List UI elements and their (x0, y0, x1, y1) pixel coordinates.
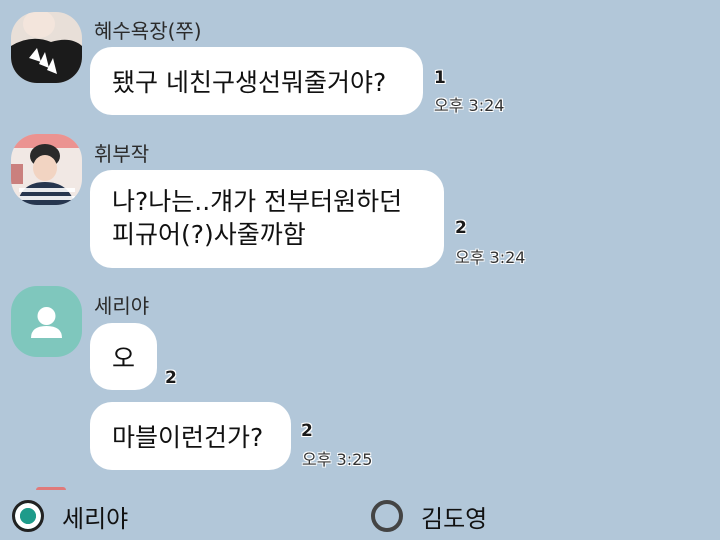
radio-checked-icon[interactable] (12, 500, 44, 532)
message-time: 오후 3:25 (302, 450, 373, 469)
chat-room: 혜수욕장(쭈) 됐구 네친구생선뭐줄거야? 1 오후 3:24 휘부작 나?나는… (0, 0, 720, 490)
message-text-line: 피규어(?)사줄까함 (112, 220, 306, 249)
message-bubble[interactable]: 됐구 네친구생선뭐줄거야? (90, 47, 423, 115)
message-bubble[interactable]: 오 (90, 323, 157, 390)
person-photo-icon (11, 12, 82, 83)
sender-name: 휘부작 (94, 142, 150, 166)
message-text-line: 나?나는..걔가 전부터원하던 (112, 187, 403, 216)
unread-count: 2 (301, 421, 313, 441)
message-text: 마블이런건가? (112, 423, 264, 452)
person-photo-icon (11, 134, 82, 205)
message-text: 오 (112, 344, 136, 373)
sender-name: 세리야 (94, 294, 150, 318)
poll-option-selected[interactable]: 세리야 (12, 497, 128, 535)
unread-count: 1 (434, 68, 446, 88)
unread-count: 2 (165, 368, 177, 388)
poll-options: 세리야 김도영 (0, 490, 720, 540)
sender-name: 혜수욕장(쭈) (94, 19, 202, 43)
avatar-profile-photo[interactable] (11, 12, 82, 83)
message-text: 됐구 네친구생선뭐줄거야? (112, 68, 387, 97)
message-time: 오후 3:24 (434, 96, 505, 115)
avatar-default[interactable] (11, 286, 82, 357)
unread-count: 2 (455, 218, 467, 238)
poll-option-unselected[interactable]: 김도영 (371, 497, 487, 535)
message-bubble[interactable]: 마블이런건가? (90, 402, 291, 470)
avatar-profile-photo[interactable] (11, 134, 82, 205)
message-bubble[interactable]: 나?나는..걔가 전부터원하던 피규어(?)사줄까함 (90, 170, 444, 268)
radio-unchecked-icon[interactable] (371, 500, 403, 532)
poll-option-label: 세리야 (62, 504, 129, 533)
message-time: 오후 3:24 (455, 248, 526, 267)
poll-option-label: 김도영 (421, 504, 488, 533)
default-person-icon (31, 307, 62, 338)
